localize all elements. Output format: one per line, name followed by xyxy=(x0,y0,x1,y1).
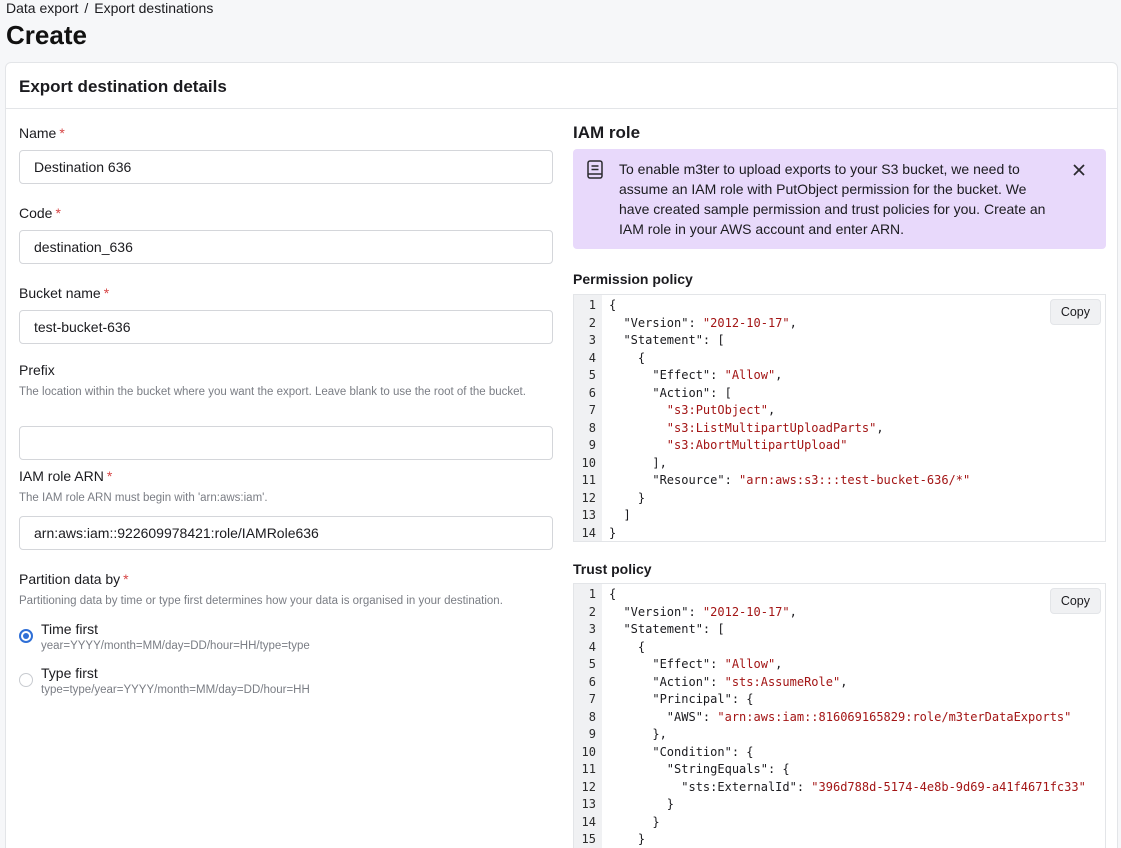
trust-policy-editor[interactable]: Copy 1{ 2 "Version": "2012-10-17", 3 "St… xyxy=(573,583,1106,848)
permission-copy-button[interactable]: Copy xyxy=(1049,299,1101,325)
breadcrumb-separator: / xyxy=(84,0,89,16)
partition-helper: Partitioning data by time or type first … xyxy=(19,595,503,607)
prefix-helper: The location within the bucket where you… xyxy=(19,386,526,398)
code-input[interactable]: destination_636 xyxy=(19,230,553,264)
breadcrumb: Data export / Export destinations xyxy=(6,0,213,16)
partition-label: Partition data by * xyxy=(19,571,129,587)
name-label: Name * xyxy=(19,125,65,141)
iam-info-alert: To enable m3ter to upload exports to you… xyxy=(573,149,1106,249)
page-title: Create xyxy=(6,20,87,50)
radio-type-first[interactable]: Type first type=type/year=YYYY/month=MM/… xyxy=(19,665,310,696)
breadcrumb-current[interactable]: Export destinations xyxy=(94,0,213,16)
permission-policy-title: Permission policy xyxy=(573,271,693,287)
permission-policy-editor[interactable]: Copy 1{ 2 "Version": "2012-10-17", 3 "St… xyxy=(573,294,1106,542)
radio-type-first-label: Type first xyxy=(41,665,98,681)
radio-time-first-indicator[interactable] xyxy=(19,629,33,643)
bucket-name-label: Bucket name * xyxy=(19,285,110,301)
book-icon xyxy=(587,160,603,179)
iam-column: IAM role To enable m3ter to upload expor… xyxy=(573,123,1106,848)
breadcrumb-root-link[interactable]: Data export xyxy=(6,0,78,16)
close-icon[interactable] xyxy=(1072,163,1086,177)
iam-role-arn-label: IAM role ARN * xyxy=(19,468,113,484)
iam-role-arn-helper: The IAM role ARN must begin with 'arn:aw… xyxy=(19,492,268,504)
trust-policy-title: Trust policy xyxy=(573,561,652,577)
bucket-name-input[interactable]: test-bucket-636 xyxy=(19,310,553,344)
export-destination-card: Export destination details Name * Destina… xyxy=(5,62,1118,848)
prefix-label: Prefix xyxy=(19,362,55,378)
code-label: Code * xyxy=(19,205,61,221)
radio-time-first[interactable]: Time first year=YYYY/month=MM/day=DD/hou… xyxy=(19,621,310,652)
trust-copy-button[interactable]: Copy xyxy=(1049,588,1101,614)
radio-type-first-indicator[interactable] xyxy=(19,673,33,687)
iam-role-arn-input[interactable]: arn:aws:iam::922609978421:role/IAMRole63… xyxy=(19,516,553,550)
radio-type-first-sub: type=type/year=YYYY/month=MM/day=DD/hour… xyxy=(41,684,310,696)
name-input[interactable]: Destination 636 xyxy=(19,150,553,184)
iam-alert-text: To enable m3ter to upload exports to you… xyxy=(619,161,1046,237)
radio-time-first-label: Time first xyxy=(41,621,99,637)
iam-role-title: IAM role xyxy=(573,123,641,142)
card-title: Export destination details xyxy=(6,63,1117,109)
radio-time-first-sub: year=YYYY/month=MM/day=DD/hour=HH/type=t… xyxy=(41,640,310,652)
prefix-input[interactable] xyxy=(19,426,553,460)
